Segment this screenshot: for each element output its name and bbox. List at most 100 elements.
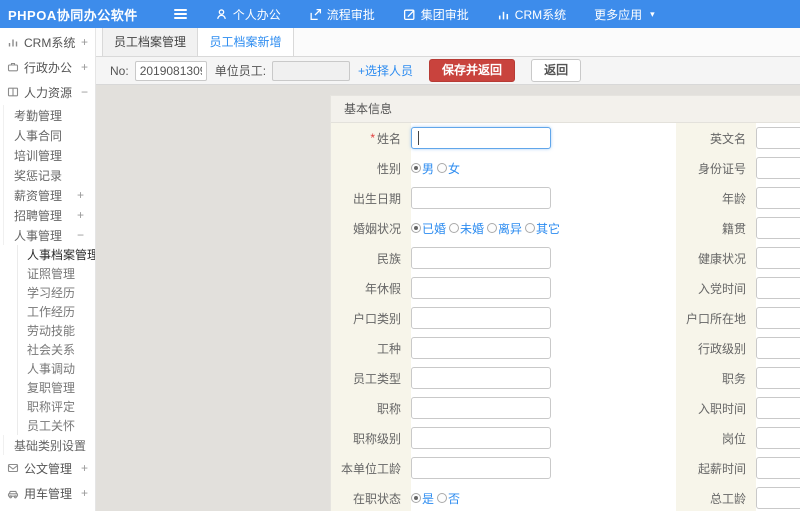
radio-button[interactable] bbox=[437, 493, 448, 503]
radio-button[interactable] bbox=[449, 223, 460, 233]
sidebar-item-sub-11[interactable]: 证照管理 bbox=[17, 264, 95, 283]
save-and-return-button[interactable]: 保存并返回 bbox=[429, 59, 516, 82]
text-input-right-4[interactable] bbox=[756, 247, 800, 269]
expand-plus-icon[interactable]: + bbox=[77, 188, 84, 202]
radio-option-label[interactable]: 是 bbox=[422, 490, 434, 507]
text-input-right-5[interactable] bbox=[756, 277, 800, 299]
field-label: 员工类型 bbox=[331, 363, 411, 393]
text-input-left-4[interactable] bbox=[411, 247, 551, 269]
sidebar-item-8[interactable]: 招聘管理 + bbox=[3, 205, 95, 225]
radio-button-selected[interactable] bbox=[411, 223, 421, 233]
tab-employee-archive-manage[interactable]: 员工档案管理 bbox=[102, 28, 198, 56]
sidebar-item-2[interactable]: 人力资源 − bbox=[0, 80, 95, 104]
text-input-right-12[interactable] bbox=[756, 487, 800, 509]
sidebar-item-sub-16[interactable]: 人事调动 bbox=[17, 359, 95, 378]
expand-plus-icon[interactable]: + bbox=[81, 60, 88, 74]
text-input-left-0[interactable] bbox=[411, 127, 551, 149]
tab-employee-archive-new[interactable]: 员工档案新增 bbox=[198, 28, 294, 56]
sidebar-item-4[interactable]: 人事合同 bbox=[3, 125, 95, 145]
radio-option-label[interactable]: 女 bbox=[448, 160, 460, 177]
sidebar-item-20[interactable]: 基础类别设置 + bbox=[3, 435, 95, 455]
text-input-right-0[interactable] bbox=[756, 127, 800, 149]
sidebar-item-21[interactable]: 公文管理 + bbox=[0, 456, 95, 480]
expand-plus-icon[interactable]: + bbox=[77, 208, 84, 222]
text-input-left-5[interactable] bbox=[411, 277, 551, 299]
radio-button[interactable] bbox=[487, 223, 498, 233]
text-input-right-3[interactable] bbox=[756, 217, 800, 239]
field-label: 岗位 bbox=[676, 423, 756, 453]
radio-button[interactable] bbox=[437, 163, 448, 173]
radio-button-selected[interactable] bbox=[411, 163, 421, 173]
radio-option-label[interactable]: 未婚 bbox=[460, 220, 484, 237]
sidebar-item-label: 人事档案管理 bbox=[27, 248, 96, 262]
sidebar-item-7[interactable]: 薪资管理 + bbox=[3, 185, 95, 205]
select-person-link[interactable]: +选择人员 bbox=[358, 62, 413, 79]
field-cell bbox=[756, 183, 800, 213]
book-icon bbox=[7, 86, 19, 98]
sidebar-item-5[interactable]: 培训管理 bbox=[3, 145, 95, 165]
sidebar-item-sub-17[interactable]: 复职管理 bbox=[17, 378, 95, 397]
sidebar-item-0[interactable]: CRM系统 + bbox=[0, 30, 95, 54]
text-input-right-1[interactable] bbox=[756, 157, 800, 179]
sidebar-item-1[interactable]: 行政办公 + bbox=[0, 55, 95, 79]
return-button[interactable]: 返回 bbox=[531, 59, 582, 82]
radio-option-label[interactable]: 离异 bbox=[498, 220, 522, 237]
text-input-right-2[interactable] bbox=[756, 187, 800, 209]
text-input-left-7[interactable] bbox=[411, 337, 551, 359]
text-input-right-8[interactable] bbox=[756, 367, 800, 389]
flow-icon bbox=[309, 8, 322, 21]
text-input-left-6[interactable] bbox=[411, 307, 551, 329]
collapse-minus-icon[interactable]: − bbox=[77, 228, 84, 242]
no-input[interactable] bbox=[134, 60, 207, 81]
text-input-left-2[interactable] bbox=[411, 187, 551, 209]
required-asterisk: * bbox=[370, 131, 375, 145]
expand-plus-icon[interactable]: + bbox=[81, 35, 88, 49]
sidebar-item-9[interactable]: 人事管理 − bbox=[3, 225, 95, 245]
nav-item-group-approval[interactable]: 集团审批 bbox=[403, 6, 469, 23]
text-input-right-10[interactable] bbox=[756, 427, 800, 449]
field-label: 入党时间 bbox=[676, 273, 756, 303]
radio-option-label[interactable]: 男 bbox=[422, 160, 434, 177]
radio-button-selected[interactable] bbox=[411, 493, 421, 503]
hamburger-menu-icon[interactable] bbox=[173, 9, 187, 19]
text-input-right-9[interactable] bbox=[756, 397, 800, 419]
expand-plus-icon[interactable]: + bbox=[81, 486, 88, 500]
sidebar-item-sub-10[interactable]: 人事档案管理 bbox=[17, 245, 95, 264]
sidebar-item-sub-18[interactable]: 职称评定 bbox=[17, 397, 95, 416]
expand-plus-icon[interactable]: + bbox=[81, 461, 88, 475]
radio-option-label[interactable]: 否 bbox=[448, 490, 460, 507]
field-cell bbox=[756, 483, 800, 511]
sidebar-item-label: 奖惩记录 bbox=[14, 168, 63, 183]
expand-plus-icon[interactable]: + bbox=[77, 438, 84, 452]
radio-option-label[interactable]: 其它 bbox=[536, 220, 560, 237]
sidebar-item-sub-19[interactable]: 员工关怀 bbox=[17, 416, 95, 435]
sidebar-item-6[interactable]: 奖惩记录 bbox=[3, 165, 95, 185]
nav-item-workflow-approval[interactable]: 流程审批 bbox=[309, 6, 375, 23]
sidebar-item-3[interactable]: 考勤管理 bbox=[3, 105, 95, 125]
text-input-left-8[interactable] bbox=[411, 367, 551, 389]
nav-item-more-apps[interactable]: 更多应用 ▾ bbox=[594, 6, 655, 23]
nav-item-personal-office[interactable]: 个人办公 bbox=[215, 6, 281, 23]
collapse-minus-icon[interactable]: − bbox=[81, 85, 88, 99]
text-input-right-11[interactable] bbox=[756, 457, 800, 479]
text-input-right-6[interactable] bbox=[756, 307, 800, 329]
sidebar-item-sub-14[interactable]: 劳动技能 bbox=[17, 321, 95, 340]
radio-button[interactable] bbox=[525, 223, 536, 233]
sidebar-item-22[interactable]: 用车管理 + bbox=[0, 481, 95, 505]
sidebar-item-label: 招聘管理 bbox=[14, 208, 63, 223]
radio-option-label[interactable]: 已婚 bbox=[422, 220, 446, 237]
text-input-left-10[interactable] bbox=[411, 427, 551, 449]
field-cell bbox=[756, 153, 800, 183]
sidebar-item-sub-13[interactable]: 工作经历 bbox=[17, 302, 95, 321]
unit-employee-input[interactable] bbox=[272, 60, 351, 81]
text-input-left-9[interactable] bbox=[411, 397, 551, 419]
toolbar: No: 单位员工: +选择人员 保存并返回 返回 bbox=[96, 57, 800, 85]
field-label: 职务 bbox=[676, 363, 756, 393]
sidebar-item-sub-12[interactable]: 学习经历 bbox=[17, 283, 95, 302]
sidebar-item-label: 人事调动 bbox=[27, 362, 76, 376]
field-cell bbox=[756, 303, 800, 333]
nav-item-crm-system[interactable]: CRM系统 bbox=[497, 6, 566, 23]
sidebar-item-sub-15[interactable]: 社会关系 bbox=[17, 340, 95, 359]
text-input-left-11[interactable] bbox=[411, 457, 551, 479]
text-input-right-7[interactable] bbox=[756, 337, 800, 359]
